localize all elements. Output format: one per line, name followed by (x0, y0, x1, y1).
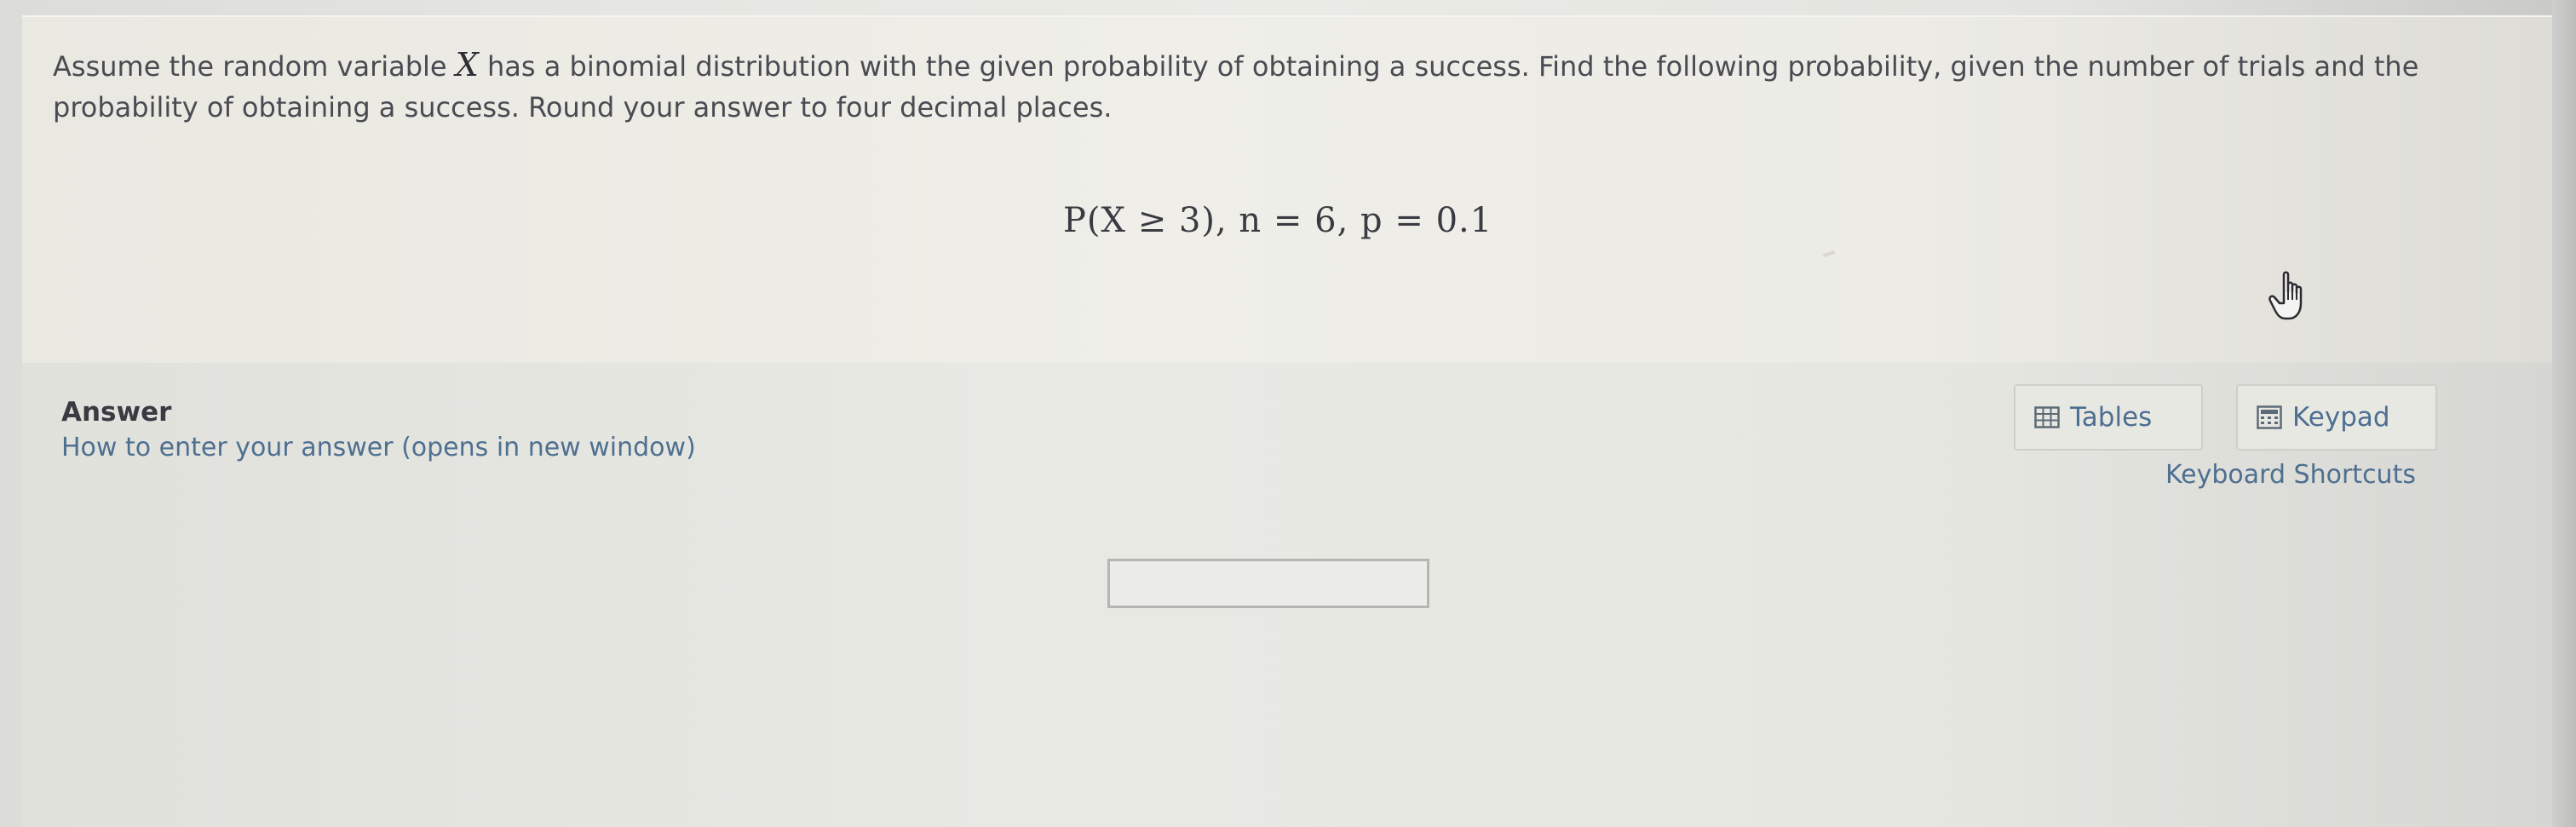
page: Assume the random variable X has a binom… (0, 0, 2576, 827)
hand-pointer-icon (2268, 271, 2303, 320)
keypad-button-label: Keypad (2292, 402, 2390, 433)
tables-button-label: Tables (2070, 402, 2153, 433)
question-text-before: Assume the random variable (53, 50, 456, 83)
probability-formula: P(X ≥ 3), n = 6, p = 0.1 (1063, 201, 1493, 240)
screen-edge (2552, 0, 2576, 827)
question-text: Assume the random variable X has a binom… (53, 44, 2506, 128)
random-variable: X (455, 46, 479, 83)
table-grid-icon (2034, 406, 2060, 428)
how-to-enter-answer-link[interactable]: How to enter your answer (opens in new w… (61, 433, 696, 462)
answer-input[interactable] (1107, 559, 1429, 608)
tables-button[interactable]: Tables (2014, 384, 2203, 451)
keyboard-shortcuts-link[interactable]: Keyboard Shortcuts (2165, 460, 2416, 490)
keypad-button[interactable]: Keypad (2236, 384, 2437, 451)
calculator-icon (2257, 405, 2282, 429)
answer-label: Answer (61, 397, 172, 428)
